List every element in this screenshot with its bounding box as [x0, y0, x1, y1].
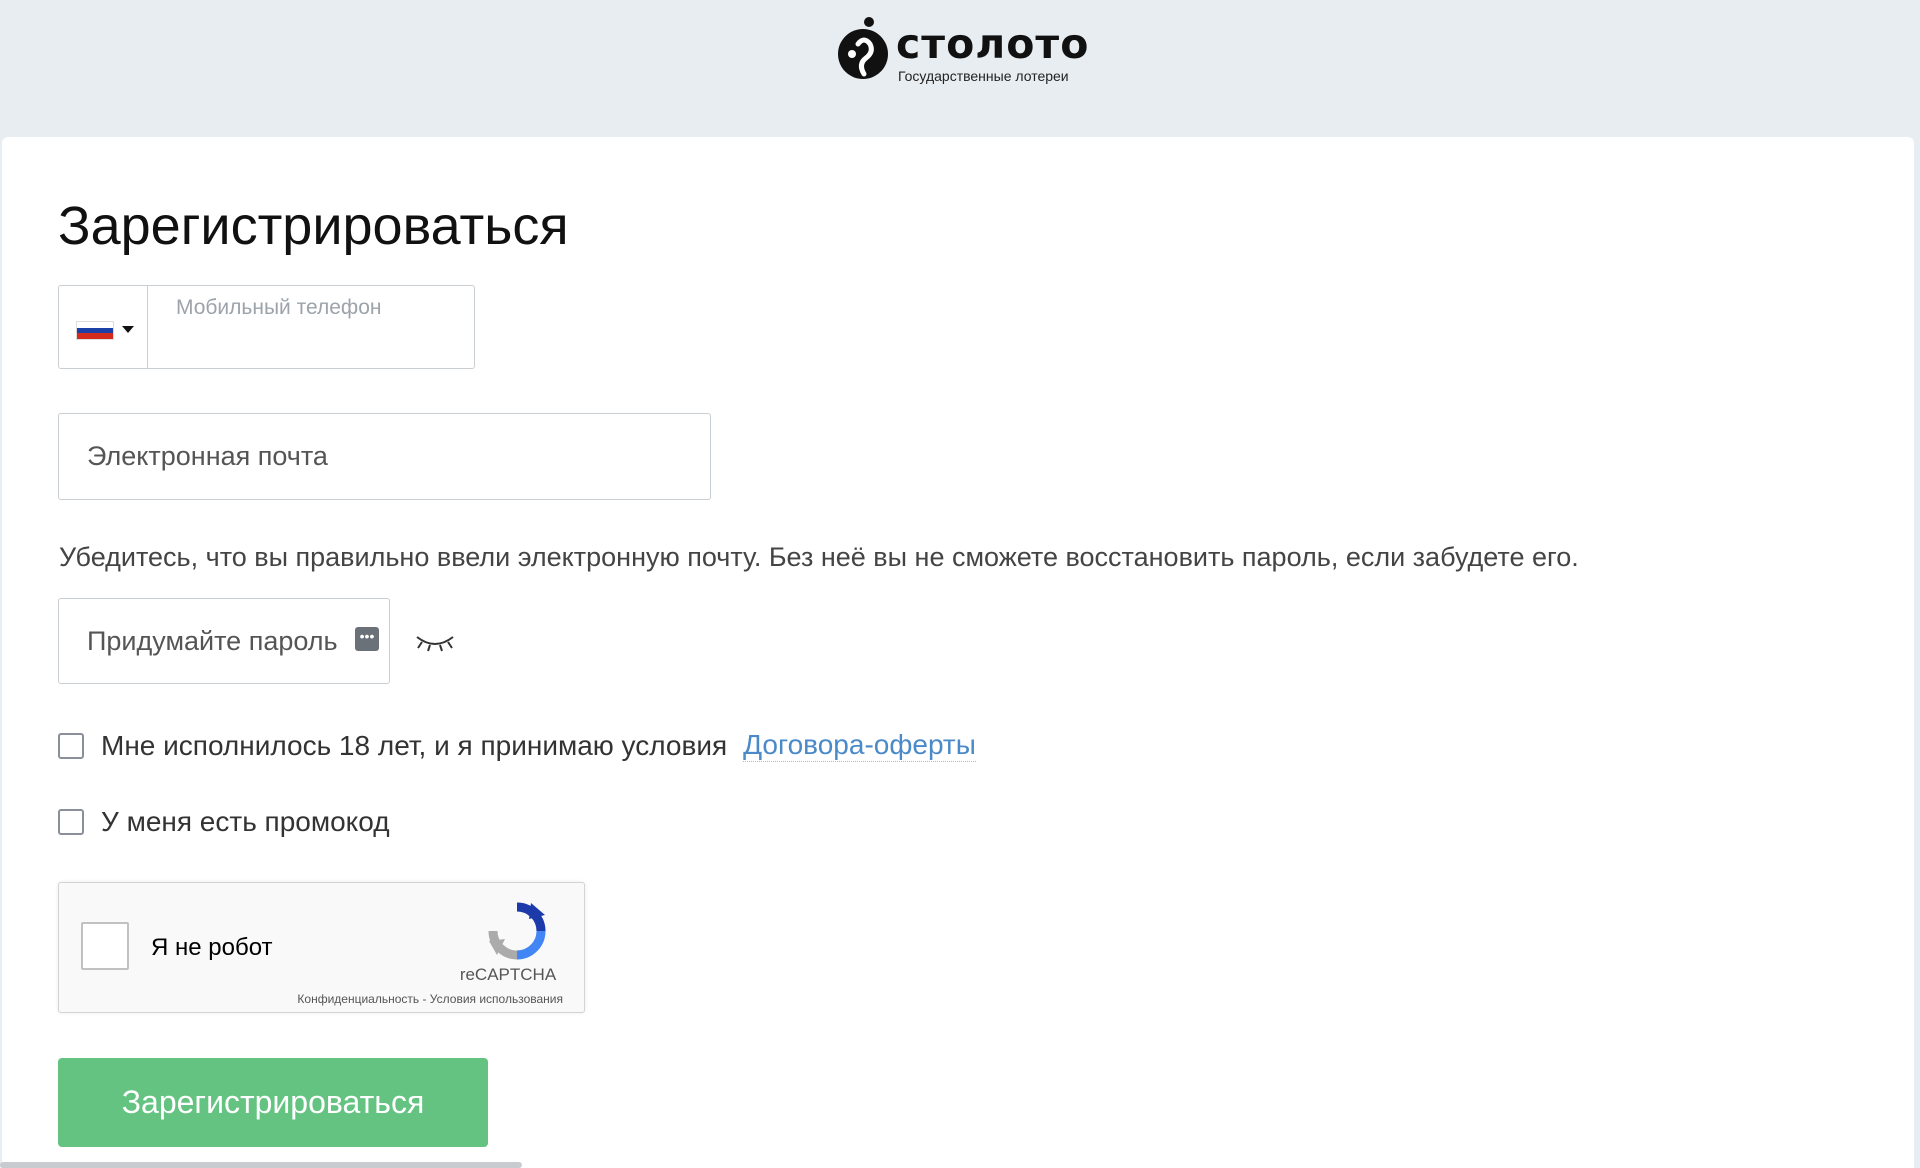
promo-code-row: У меня есть промокод: [58, 806, 390, 838]
age-consent-checkbox[interactable]: [58, 732, 84, 759]
email-hint: Убедитесь, что вы правильно ввели электр…: [59, 542, 1579, 572]
email-input[interactable]: [58, 413, 711, 500]
registration-card: Зарегистрироваться Мобильный телефон Убе…: [2, 137, 1914, 1168]
country-selector[interactable]: [59, 286, 148, 368]
promo-code-label: У меня есть промокод: [101, 806, 390, 837]
recaptcha-checkbox[interactable]: [81, 922, 129, 970]
password-input[interactable]: [58, 598, 390, 684]
stoloto-logo[interactable]: столото Государственные лотереи: [836, 14, 1088, 86]
recaptcha-brand: reCAPTCHA: [459, 965, 557, 984]
age-consent-label: Мне исполнилось 18 лет, и я принимаю усл…: [101, 729, 728, 761]
logo-wordmark: столото: [896, 20, 1090, 68]
logo-mark-icon: [838, 17, 888, 79]
password-manager-icon[interactable]: •••: [355, 627, 379, 651]
age-consent-row: Мне исполнилось 18 лет, и я принимаю усл…: [58, 729, 976, 762]
register-button[interactable]: Зарегистрироваться: [58, 1058, 488, 1147]
page-title: Зарегистрироваться: [58, 196, 569, 256]
recaptcha-widget: Я не робот reCAPTCHA Конфиденциальность …: [58, 882, 585, 1013]
russia-flag-icon: [76, 321, 114, 340]
logo-subtitle: Государственные лотереи: [898, 68, 1069, 84]
recaptcha-logo-icon: [488, 902, 546, 960]
horizontal-scrollbar[interactable]: [0, 1162, 522, 1168]
promo-code-checkbox[interactable]: [58, 809, 84, 835]
offer-agreement-link[interactable]: Договора-оферты: [743, 729, 976, 762]
recaptcha-label: Я не робот: [151, 934, 273, 961]
chevron-down-icon: [122, 326, 134, 333]
recaptcha-links[interactable]: Конфиденциальность - Условия использован…: [297, 992, 563, 1006]
page-header: столото Государственные лотереи: [0, 0, 1920, 137]
phone-input[interactable]: [148, 286, 474, 368]
eye-closed-icon[interactable]: [412, 627, 458, 655]
phone-field-group: Мобильный телефон: [58, 285, 475, 369]
